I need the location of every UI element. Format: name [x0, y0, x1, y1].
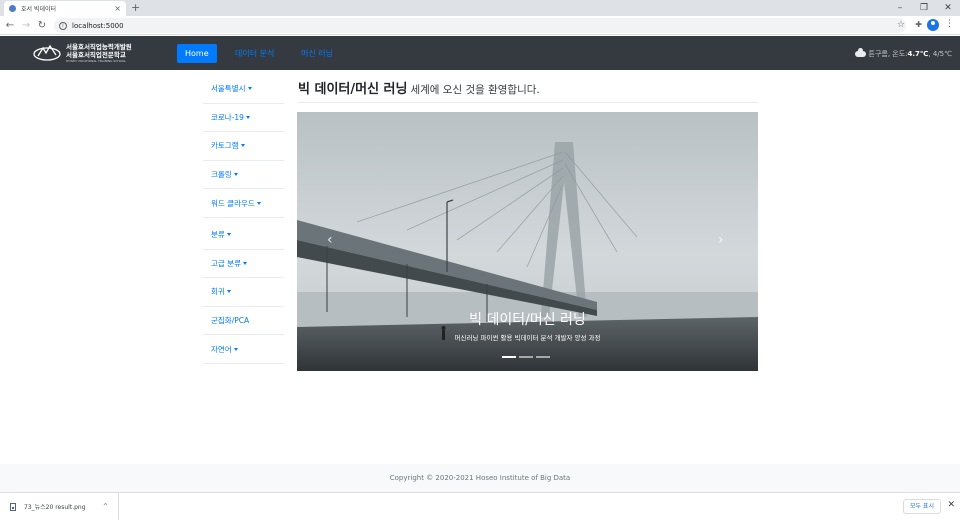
sidebar-item-label: 워드 클라우드 — [211, 198, 255, 208]
chevron-up-icon[interactable]: ^ — [103, 503, 108, 510]
sidebar-item-crawling[interactable]: 크롤링 — [203, 161, 284, 190]
carousel-caption-subtitle: 머신러닝 파이썬 활용 빅데이터 분석 개발자 양성 과정 — [454, 334, 601, 342]
caret-down-icon — [226, 233, 231, 237]
caret-down-icon — [256, 201, 261, 205]
carousel-prev-icon[interactable]: ‹ — [327, 232, 333, 248]
sidebar-item-wordcloud[interactable]: 워드 클라우드 — [203, 189, 284, 218]
sidebar-item-nlp[interactable]: 자연어 — [203, 335, 284, 364]
caret-down-icon — [245, 115, 250, 119]
image-file-icon — [10, 502, 16, 511]
download-shelf: 73_뉴스20 result.png ^ 모두 표시 ✕ — [0, 492, 960, 520]
copyright-text: Copyright © 2020-2021 Hoseo Institute of… — [389, 474, 571, 482]
caret-down-icon — [240, 144, 245, 148]
close-shelf-icon[interactable]: ✕ — [947, 500, 955, 510]
cloud-icon — [854, 48, 866, 57]
site-navbar: 서울호서직업능력개발원 서울호서직업전문학교 HOSEO VOCATIONAL … — [0, 36, 960, 70]
sidebar-item-clustering[interactable]: 군집화/PCA — [203, 307, 284, 336]
tab-close-icon[interactable]: × — [114, 4, 121, 13]
sidebar-item-label: 서울특별시 — [211, 84, 246, 94]
sidebar-item-classification[interactable]: 분류 — [203, 221, 284, 250]
url-text[interactable]: localhost:5000 — [72, 22, 124, 30]
nav-item-home[interactable]: Home — [177, 44, 217, 63]
carousel-indicator-2[interactable] — [519, 356, 533, 358]
carousel-indicators — [502, 356, 553, 358]
sidebar-item-label: 코로나-19 — [211, 112, 244, 122]
sidebar-item-regression[interactable]: 회귀 — [203, 278, 284, 307]
window-close-button[interactable]: ✕ — [936, 1, 960, 15]
browser-tab[interactable]: 호서 빅데이터 × — [4, 1, 126, 16]
caret-down-icon — [233, 173, 238, 177]
sidebar-item-label: 카토그램 — [211, 141, 239, 151]
forward-icon[interactable]: → — [20, 19, 32, 31]
browser-tabstrip: 호서 빅데이터 × + – ❐ ✕ — [0, 0, 960, 16]
weather-range: , 4/5℃ — [928, 50, 952, 58]
nav-item-machine-learning[interactable]: 머신 러닝 — [293, 44, 341, 63]
caret-down-icon — [233, 347, 238, 351]
sidebar-item-label: 크롤링 — [211, 170, 232, 180]
logo-english: HOSEO VOCATIONAL TRAINING SCHOOL — [66, 59, 127, 63]
sidebar-item-seoul[interactable]: 서울특별시 — [203, 75, 284, 104]
download-filename[interactable]: 73_뉴스20 result.png — [24, 502, 103, 511]
show-all-downloads-button[interactable]: 모두 표시 — [903, 499, 941, 514]
caret-down-icon — [242, 261, 247, 265]
sidebar: 서울특별시 코로나-19 카토그램 크롤링 워드 클라우드 분류 고급 분류 회… — [203, 75, 284, 364]
page-title-rest: 세계에 오신 것을 환영합니다. — [410, 84, 540, 96]
carousel-next-icon[interactable]: › — [718, 232, 724, 248]
back-icon[interactable]: ← — [4, 19, 16, 31]
carousel-indicator-1[interactable] — [502, 356, 516, 358]
sidebar-item-advanced-classification[interactable]: 고급 분류 — [203, 250, 284, 279]
page-title-bold: 빅 데이터/머신 러닝 — [298, 82, 408, 97]
browser-menu-icon[interactable]: ⋮ — [945, 19, 954, 29]
sidebar-item-label: 군집화/PCA — [211, 316, 250, 326]
page-title: 빅 데이터/머신 러닝 세계에 오신 것을 환영합니다. — [298, 78, 758, 103]
tab-title: 호서 빅데이터 — [21, 6, 57, 13]
address-bar[interactable]: i localhost:5000 — [54, 18, 906, 33]
sidebar-item-covid[interactable]: 코로나-19 — [203, 104, 284, 133]
browser-toolbar: ← → ↻ i localhost:5000 ☆ ✚ ⋮ — [0, 16, 960, 35]
carousel-caption-title: 빅 데이터/머신 러닝 — [469, 312, 586, 328]
minimize-button[interactable]: – — [888, 1, 912, 15]
caret-down-icon — [247, 87, 252, 91]
sidebar-item-label: 분류 — [211, 230, 225, 240]
extensions-icon[interactable]: ✚ — [915, 20, 922, 29]
weather-temp: 4.7℃ — [907, 50, 929, 58]
weather-widget: 튼구름, 온도: 4.7℃ , 4/5℃ — [854, 48, 952, 59]
bookmark-star-icon[interactable]: ☆ — [897, 20, 905, 30]
logo-mark-icon — [32, 42, 62, 64]
sidebar-item-cartogram[interactable]: 카토그램 — [203, 132, 284, 161]
caret-down-icon — [226, 290, 231, 294]
logo-title: 서울호서직업능력개발원 — [66, 43, 132, 51]
info-icon[interactable]: i — [59, 21, 67, 30]
sidebar-item-label: 회귀 — [211, 287, 225, 297]
site-logo[interactable]: 서울호서직업능력개발원 서울호서직업전문학교 HOSEO VOCATIONAL … — [32, 41, 132, 65]
sidebar-item-label: 고급 분류 — [211, 258, 241, 268]
site-footer: Copyright © 2020-2021 Hoseo Institute of… — [0, 464, 960, 492]
logo-subtitle: 서울호서직업전문학교 — [66, 51, 126, 59]
nav-item-data-analysis[interactable]: 데이터 분석 — [227, 44, 282, 63]
reload-icon[interactable]: ↻ — [36, 19, 48, 31]
carousel-indicator-3[interactable] — [536, 356, 550, 358]
profile-avatar-icon[interactable] — [927, 19, 939, 31]
hero-carousel[interactable]: ‹ › 빅 데이터/머신 러닝 머신러닝 파이썬 활용 빅데이터 분석 개발자 … — [297, 112, 758, 371]
download-item[interactable]: 73_뉴스20 result.png ^ — [0, 493, 119, 520]
sidebar-item-label: 자연어 — [211, 344, 232, 354]
weather-desc: 튼구름, 온도: — [868, 50, 908, 58]
new-tab-button[interactable]: + — [131, 2, 140, 14]
maximize-button[interactable]: ❐ — [912, 1, 936, 15]
favicon-icon — [9, 5, 16, 12]
